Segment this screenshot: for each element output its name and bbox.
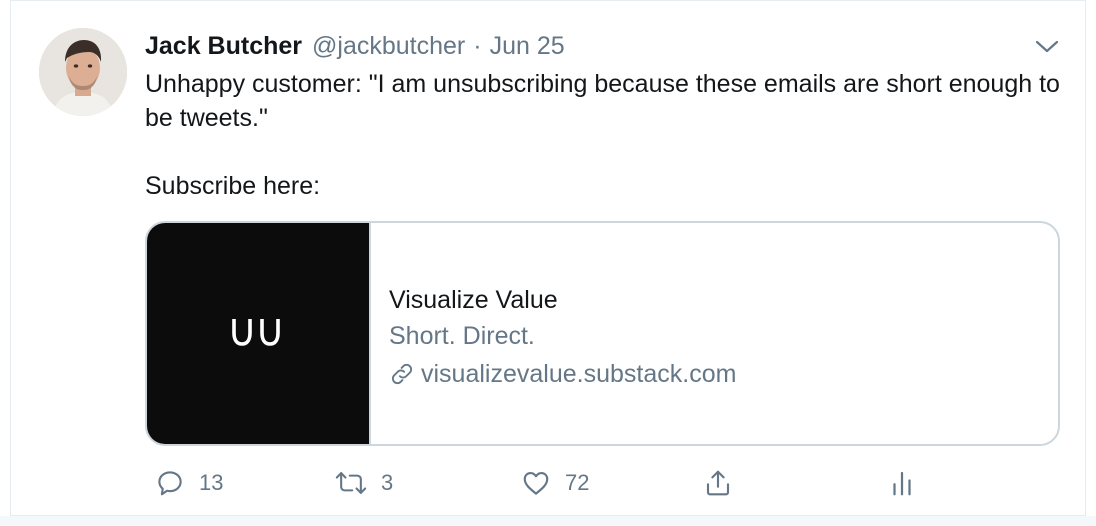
analytics-icon (893, 471, 911, 496)
chevron-down-icon[interactable] (1033, 35, 1061, 57)
reply-count: 13 (199, 470, 224, 495)
tweet[interactable]: Jack Butcher @jackbutcher · Jun 25 Unhap… (10, 0, 1086, 516)
reply-icon (158, 471, 182, 496)
visualize-value-logo: VV (232, 319, 280, 346)
author-handle[interactable]: @jackbutcher (312, 32, 465, 61)
link-card[interactable]: VV Visualize Value Short. Direct. visual… (145, 221, 1060, 446)
retweet-icon (335, 472, 367, 494)
like-count: 72 (565, 470, 590, 495)
avatar[interactable] (39, 28, 127, 116)
link-icon (391, 363, 413, 385)
avatar-photo (39, 28, 127, 116)
card-description: Short. Direct. (389, 322, 535, 350)
author-display-name[interactable]: Jack Butcher (145, 32, 302, 61)
like-button[interactable]: 72 (521, 465, 589, 501)
heart-icon (523, 471, 549, 495)
tweet-actions: 13 3 72 (145, 465, 925, 501)
timeline-divider (0, 516, 1096, 526)
card-body: Visualize Value Short. Direct. visualize… (389, 283, 1038, 393)
tweet-header: Jack Butcher @jackbutcher · Jun 25 (145, 31, 565, 61)
card-title: Visualize Value (389, 286, 558, 314)
retweet-button[interactable]: 3 (335, 465, 393, 501)
retweet-count: 3 (381, 470, 394, 495)
reply-button[interactable]: 13 (155, 465, 223, 501)
analytics-button[interactable] (887, 465, 917, 501)
tweet-date[interactable]: Jun 25 (490, 32, 565, 61)
card-link[interactable]: visualizevalue.substack.com (389, 355, 1038, 393)
tweet-text-line: Subscribe here: (145, 172, 321, 200)
share-button[interactable] (703, 465, 733, 501)
share-icon (706, 470, 730, 496)
card-domain[interactable]: visualizevalue.substack.com (421, 355, 736, 393)
tweet-text: Unhappy customer: "I am unsubscribing be… (145, 67, 1065, 203)
tweet-text-line: Unhappy customer: "I am unsubscribing be… (145, 70, 1060, 132)
card-image: VV (147, 223, 371, 444)
header-separator: · (473, 31, 482, 60)
